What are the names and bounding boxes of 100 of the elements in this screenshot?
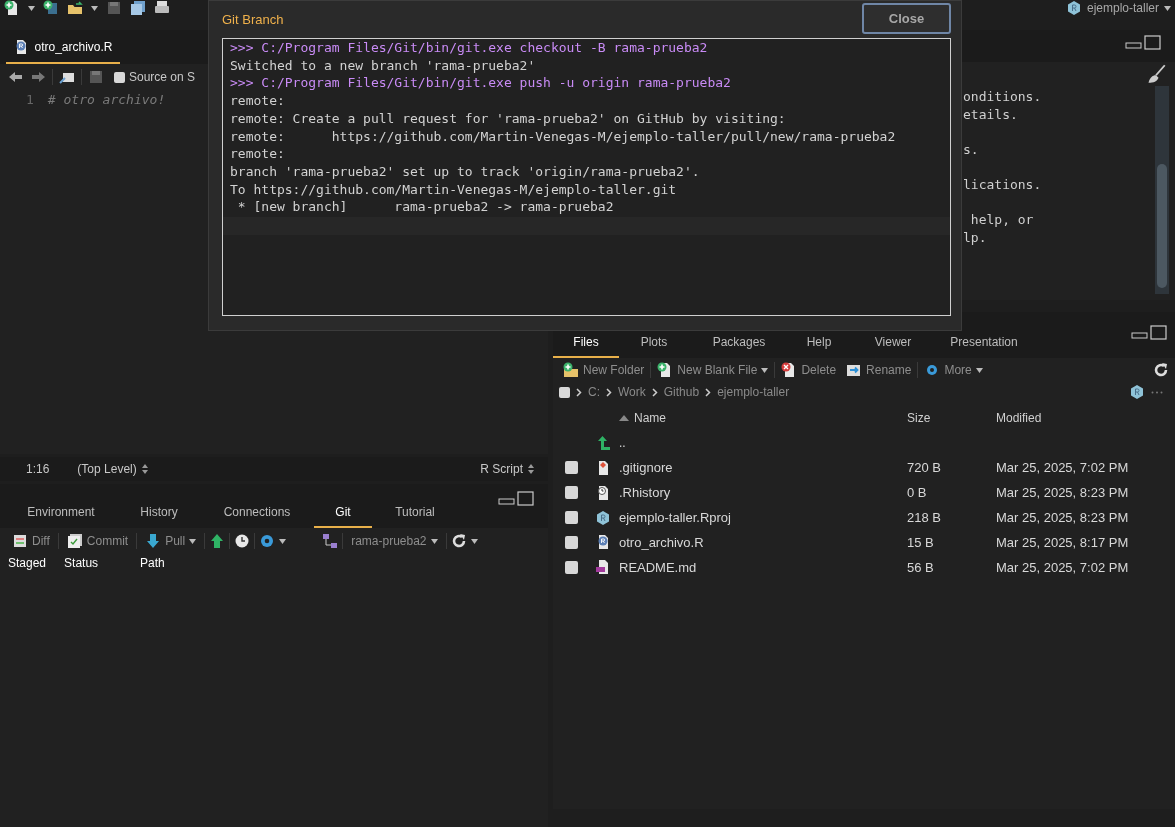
- commit-icon: [66, 533, 83, 549]
- column-header[interactable]: Staged: [8, 556, 47, 570]
- file-name-link[interactable]: ejemplo-taller.Rproj: [619, 510, 731, 526]
- minimize-maximize-icon[interactable]: [1131, 325, 1167, 341]
- diff-button[interactable]: Diff: [8, 533, 54, 549]
- parent-folder-link[interactable]: ..: [619, 436, 626, 451]
- output-line: branch 'rama-prueba2' set up to track 'origin/rama-prueba2'.: [230, 162, 701, 181]
- up-folder-icon: [595, 435, 611, 452]
- commit-button[interactable]: Commit: [62, 533, 133, 549]
- history-file-icon: [595, 484, 611, 501]
- toolbar-button[interactable]: New Folder: [559, 362, 649, 378]
- history-icon: [234, 533, 251, 549]
- file-modified: Mar 25, 2025, 7:02 PM: [996, 460, 1129, 476]
- down-arrow-icon: [145, 533, 162, 549]
- toolbar-button[interactable]: More: [920, 362, 987, 378]
- select-all-checkbox[interactable]: [559, 386, 570, 398]
- minimize-maximize-icon[interactable]: [1125, 35, 1161, 51]
- branch-icon: [322, 533, 339, 549]
- chevron-icon: [651, 387, 658, 397]
- command-line: >>> C:/Program Files/Git/bin/git.exe push -u origin rama-prueba2: [230, 74, 732, 93]
- project-icon: [595, 509, 611, 526]
- output-line: Switched to a new branch 'rama-prueba2': [230, 56, 537, 75]
- caret-icon: [189, 538, 197, 544]
- file-size: 218 B: [907, 510, 941, 526]
- file-modified: Mar 25, 2025, 7:02 PM: [996, 559, 1129, 575]
- row-checkbox[interactable]: [565, 461, 578, 475]
- project-menu[interactable]: ejemplo-taller: [1065, 0, 1171, 16]
- toolbar-button[interactable]: Delete: [777, 362, 841, 378]
- column-header[interactable]: Size: [907, 406, 996, 431]
- pane-tab[interactable]: Connections: [200, 505, 314, 528]
- caret-icon: [975, 367, 983, 373]
- console-text: lications.: [963, 175, 1043, 194]
- caret-icon: [430, 538, 438, 544]
- project-icon: [1065, 0, 1082, 16]
- breadcrumb-link[interactable]: C:: [588, 385, 600, 399]
- new-file-icon: [4, 0, 20, 16]
- pane-tab[interactable]: Viewer: [849, 335, 937, 358]
- toolbar-button[interactable]: Rename: [842, 362, 916, 378]
- row-checkbox[interactable]: [565, 560, 578, 574]
- open-folder-icon: [67, 0, 83, 16]
- output-line: remote:: [230, 92, 286, 110]
- pane-tab[interactable]: Files: [553, 335, 619, 358]
- breadcrumb-link[interactable]: Work: [618, 385, 646, 399]
- caret-icon: [761, 367, 769, 373]
- caret-icon: [279, 538, 287, 544]
- pull-button[interactable]: Pull: [141, 533, 201, 549]
- console-text: s.: [963, 140, 980, 159]
- output-line: remote:: [230, 145, 286, 163]
- editor-tab[interactable]: otro_archivo.R: [6, 39, 120, 64]
- new-folder-icon: [563, 362, 579, 378]
- file-type-selector[interactable]: R Script: [480, 462, 523, 476]
- source-on-save-checkbox[interactable]: Source on S: [110, 70, 200, 84]
- pane-tab[interactable]: Packages: [689, 335, 789, 358]
- pane-tab[interactable]: Git: [314, 505, 372, 528]
- sort-ascending-icon: [619, 415, 629, 422]
- pane-tab[interactable]: Presentation: [937, 335, 1031, 358]
- rename-icon: [846, 362, 863, 378]
- file-modified: Mar 25, 2025, 8:23 PM: [996, 510, 1129, 526]
- file-name-link[interactable]: .Rhistory: [619, 485, 671, 501]
- up-arrow-icon: [209, 533, 226, 549]
- diff-icon: [12, 533, 28, 549]
- forward-arrow-icon: [30, 69, 46, 85]
- toolbar-button[interactable]: New Blank File: [653, 362, 773, 378]
- pane-tab[interactable]: Help: [789, 335, 849, 358]
- file-size: 15 B: [907, 534, 934, 550]
- caret-icon: [470, 538, 478, 544]
- minimize-maximize-icon[interactable]: [498, 491, 534, 507]
- caret-icon: [1164, 5, 1171, 11]
- scrollbar[interactable]: [1155, 86, 1169, 294]
- column-header[interactable]: Modified: [996, 406, 1175, 431]
- close-button[interactable]: Close: [862, 3, 951, 34]
- chevron-icon: [705, 387, 712, 397]
- code-comment: # otro archivo!: [47, 92, 166, 107]
- branch-selector[interactable]: rama-prueba2: [347, 534, 442, 548]
- save-all-icon: [130, 0, 146, 16]
- breadcrumb-link[interactable]: ejemplo-taller: [717, 385, 790, 399]
- command-line: >>> C:/Program Files/Git/bin/git.exe checkout -B rama-prueba2: [230, 39, 709, 57]
- breadcrumb-link[interactable]: Github: [663, 385, 700, 399]
- refresh-icon: [450, 533, 467, 549]
- new-project-icon: [43, 0, 59, 16]
- line-number: 1: [26, 92, 34, 107]
- pane-tab[interactable]: History: [118, 505, 200, 528]
- file-name-link[interactable]: README.md: [619, 559, 697, 575]
- pane-tab[interactable]: Tutorial: [372, 505, 458, 528]
- pane-tab[interactable]: Environment: [4, 505, 118, 528]
- console-text: etails.: [963, 105, 1019, 124]
- row-checkbox[interactable]: [565, 511, 578, 525]
- more-icon[interactable]: [1151, 390, 1163, 394]
- file-name-link[interactable]: otro_archivo.R: [619, 534, 704, 550]
- column-header[interactable]: Status: [64, 556, 99, 570]
- row-checkbox[interactable]: [565, 486, 578, 500]
- save-icon: [88, 69, 104, 85]
- row-checkbox[interactable]: [565, 535, 578, 549]
- column-header[interactable]: Name: [619, 406, 907, 431]
- dialog-title: Git Branch: [222, 12, 284, 27]
- file-size: 720 B: [907, 460, 941, 476]
- file-name-link[interactable]: .gitignore: [619, 460, 673, 476]
- pane-tab[interactable]: Plots: [619, 335, 689, 358]
- scope-selector[interactable]: (Top Level): [77, 462, 137, 476]
- column-header[interactable]: Path: [140, 556, 165, 570]
